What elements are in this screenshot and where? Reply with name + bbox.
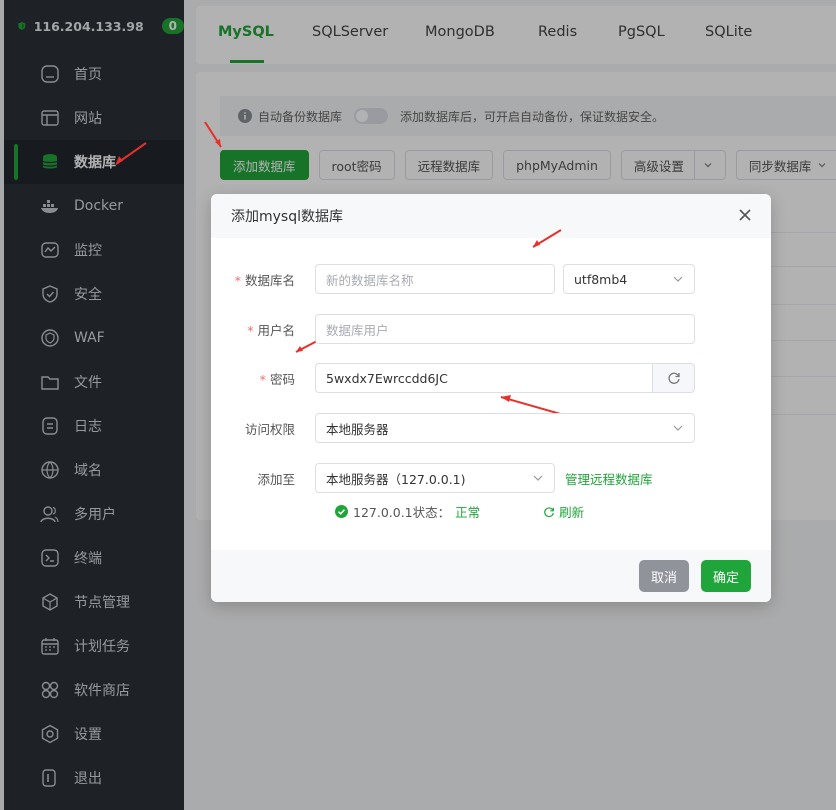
refresh-icon (667, 372, 680, 384)
refresh-icon (544, 506, 555, 517)
refresh-status-link[interactable]: 刷新 (543, 502, 584, 521)
chevron-down-icon (673, 425, 683, 431)
manage-remote-db-link[interactable]: 管理远程数据库 (565, 469, 653, 488)
dialog-title: 添加mysql数据库 (211, 194, 771, 238)
password-label: * 密码 (259, 371, 295, 387)
server-status: 127.0.0.1状态： 正常 刷新 (335, 502, 584, 521)
annotation-arrow-icon (532, 229, 562, 248)
status-value: 正常 (455, 505, 481, 520)
db-name-input[interactable]: 新的数据库名称 (315, 264, 555, 294)
db-name-row: * 数据库名 新的数据库名称 utf8mb4 (211, 264, 695, 294)
username-label: * 用户名 (247, 322, 295, 338)
password-input[interactable]: 5wxdx7Ewrccdd6JC (315, 363, 653, 393)
check-circle-icon (335, 505, 348, 518)
username-input[interactable]: 数据库用户 (315, 314, 695, 344)
dialog-footer: 取消 确定 (211, 550, 771, 602)
status-text: 127.0.0.1状态： (353, 505, 451, 520)
cancel-button[interactable]: 取消 (639, 560, 689, 592)
access-value: 本地服务器 (326, 421, 389, 437)
generate-password-button[interactable] (653, 363, 695, 393)
chevron-down-icon (533, 475, 543, 481)
add-to-label: 添加至 (257, 471, 295, 487)
username-row: * 用户名 数据库用户 (211, 314, 695, 344)
charset-value: utf8mb4 (574, 271, 628, 287)
confirm-button[interactable]: 确定 (701, 560, 751, 592)
refresh-label: 刷新 (559, 505, 585, 520)
add-to-value: 本地服务器（127.0.0.1) (326, 471, 466, 487)
access-select[interactable]: 本地服务器 (315, 413, 695, 443)
chevron-down-icon (673, 276, 683, 282)
add-to-row: 添加至 本地服务器（127.0.0.1) 管理远程数据库 (211, 463, 653, 493)
add-database-dialog: 添加mysql数据库 * 数据库名 新的数据库名称 utf8mb4 * 用户名 数据… (211, 194, 771, 602)
annotation-arrow-icon (204, 121, 222, 148)
annotation-arrow-icon (115, 142, 147, 165)
password-row: * 密码 5wxdx7Ewrccdd6JC (211, 363, 695, 393)
add-to-select[interactable]: 本地服务器（127.0.0.1) (315, 463, 555, 493)
db-name-label: * 数据库名 (234, 272, 295, 288)
charset-select[interactable]: utf8mb4 (563, 264, 695, 294)
close-icon[interactable] (737, 207, 753, 223)
access-row: 访问权限 本地服务器 (211, 413, 695, 443)
access-label: 访问权限 (244, 421, 295, 437)
